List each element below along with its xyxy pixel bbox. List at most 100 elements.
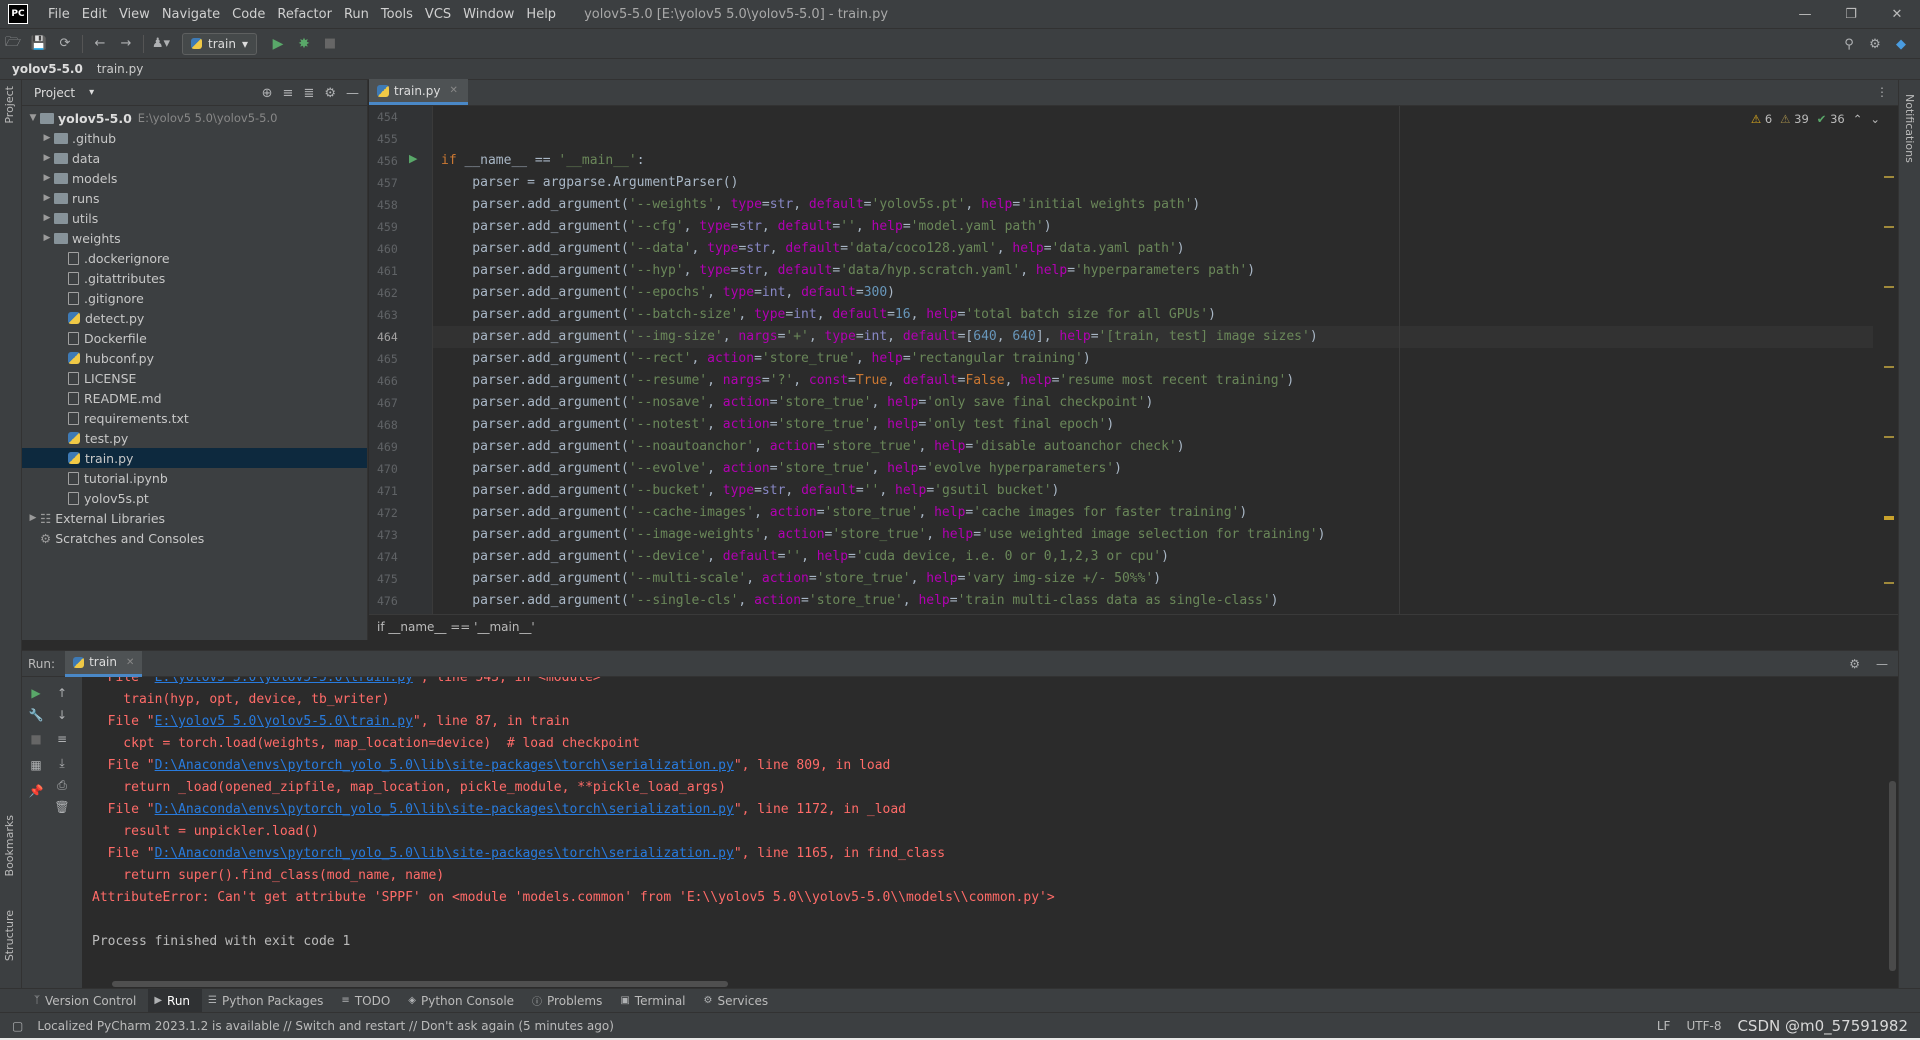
run-gutter-icon[interactable]: ▶ [409,152,417,165]
menu-tools[interactable]: Tools [375,7,419,22]
tree-folder[interactable]: ▶ runs [22,188,367,208]
tree-root[interactable]: ▼ yolov5-5.0 E:\yolov5 5.0\yolov5-5.0 [22,108,367,128]
chevron-right-icon[interactable]: ▶ [40,133,54,143]
tree-folder[interactable]: ▶ weights [22,228,367,248]
menu-run[interactable]: Run [338,7,375,22]
sync-icon[interactable]: ⟳ [52,32,78,56]
tree-external-libraries[interactable]: ▶ ☷ External Libraries [22,508,367,528]
file-link[interactable]: D:\Anaconda\envs\pytorch_yolo_5.0\lib\si… [155,758,734,773]
editor-tab-train-py[interactable]: train.py ✕ [369,79,468,105]
tree-file-selected[interactable]: train.py [22,448,367,468]
menu-file[interactable]: File [42,7,76,22]
chevron-right-icon[interactable]: ▶ [26,513,40,523]
tree-file[interactable]: test.py [22,428,367,448]
project-tool-tab[interactable]: Project [3,86,16,124]
tree-folder[interactable]: ▶ .github [22,128,367,148]
close-icon[interactable]: ✕ [449,85,457,96]
minimize-button[interactable]: — [1782,0,1828,28]
save-all-icon[interactable]: 💾 [26,32,52,56]
search-icon[interactable]: ⚲ [1836,32,1862,56]
run-tab-train[interactable]: train ✕ [65,650,143,677]
menu-vcs[interactable]: VCS [419,7,457,22]
hide-panel-icon[interactable]: — [1876,657,1888,671]
chevron-right-icon[interactable]: ▶ [40,213,54,223]
scroll-to-end-icon[interactable]: ⤓ [52,753,72,773]
warning-count[interactable]: ⚠ 6 [1751,112,1772,126]
menu-view[interactable]: View [113,7,156,22]
hide-panel-icon[interactable]: — [346,86,359,101]
tab-todo[interactable]: ≡ TODO [335,989,402,1013]
tree-file[interactable]: tutorial.ipynb [22,468,367,488]
tree-file[interactable]: Dockerfile [22,328,367,348]
tree-file[interactable]: requirements.txt [22,408,367,428]
expand-all-icon[interactable]: ≡ [283,86,294,101]
gear-icon[interactable]: ⚙ [324,86,336,101]
vertical-scrollbar[interactable] [1889,781,1896,971]
chevron-down-icon[interactable]: ⌄ [1870,112,1880,126]
error-stripe[interactable] [1884,136,1894,606]
horizontal-scrollbar[interactable] [112,981,728,987]
forward-arrow-icon[interactable]: → [113,32,139,56]
layout-icon[interactable]: ▦ [26,755,46,775]
pin-icon[interactable]: 📌 [26,781,46,801]
locate-target-icon[interactable]: ⊕ [262,86,273,101]
stop-icon[interactable]: ■ [26,729,46,749]
tab-python-packages[interactable]: ☰ Python Packages [202,989,335,1013]
project-panel-title[interactable]: Project [34,86,75,100]
rerun-icon[interactable]: ▶ [26,683,46,703]
trash-icon[interactable]: 🗑 [52,797,72,817]
user-dropdown-icon[interactable]: ♟▾ [148,32,174,56]
close-icon[interactable]: ✕ [126,657,134,668]
jetbrains-toolbox-icon[interactable]: ◆ [1888,32,1914,56]
menu-navigate[interactable]: Navigate [156,7,226,22]
menu-window[interactable]: Window [457,7,520,22]
tree-file[interactable]: .gitignore [22,288,367,308]
tree-file[interactable]: yolov5s.pt [22,488,367,508]
wrench-icon[interactable]: 🔧 [26,705,46,725]
tree-file[interactable]: .gitattributes [22,268,367,288]
gear-icon[interactable]: ⚙ [1849,657,1860,671]
open-folder-icon[interactable]: 🗁 [0,32,26,56]
tree-file[interactable]: detect.py [22,308,367,328]
more-options-icon[interactable]: ⋮ [1876,85,1888,99]
menu-help[interactable]: Help [520,7,562,22]
file-link[interactable]: E:\yolov5 5.0\yolov5-5.0\train.py [155,714,413,729]
tree-folder[interactable]: ▶ utils [22,208,367,228]
run-config-selector[interactable]: train ▾ [182,32,257,55]
chevron-right-icon[interactable]: ▶ [40,193,54,203]
notifications-tool-tab[interactable]: Notifications [1903,94,1916,163]
chevron-up-icon[interactable]: ⌃ [1853,112,1863,126]
settings-gear-icon[interactable]: ⚙ [1862,32,1888,56]
file-encoding[interactable]: UTF-8 [1686,1019,1721,1033]
chevron-right-icon[interactable]: ▶ [40,173,54,183]
tab-terminal[interactable]: ▣ Terminal [614,989,697,1013]
close-window-button[interactable]: ✕ [1874,0,1920,28]
code-breadcrumb[interactable]: if __name__ == '__main__' [369,614,1898,640]
tree-folder[interactable]: ▶ models [22,168,367,188]
tree-scratches[interactable]: ⚙ Scratches and Consoles [22,528,367,548]
scroll-down-icon[interactable]: ↓ [52,705,72,725]
tree-folder[interactable]: ▶ data [22,148,367,168]
soft-wrap-icon[interactable]: ≡ [52,729,72,749]
tab-problems[interactable]: ⓘ Problems [526,989,614,1013]
file-link[interactable]: D:\Anaconda\envs\pytorch_yolo_5.0\lib\si… [155,802,734,817]
inspection-widget[interactable]: ⚠ 6 ⚠ 39 ✔ 36 ⌃ ⌄ [1751,112,1880,126]
status-message[interactable]: Localized PyCharm 2023.1.2 is available … [37,1019,614,1033]
chevron-down-icon[interactable]: ▾ [89,87,94,98]
chevron-expanded-icon[interactable]: ▼ [26,113,40,123]
chevron-right-icon[interactable]: ▶ [40,233,54,243]
layout-toggle-icon[interactable]: ▢ [12,1019,23,1033]
structure-tool-tab[interactable]: Structure [3,910,16,961]
restore-button[interactable]: ❐ [1828,0,1874,28]
tab-version-control[interactable]: ᛉ Version Control [28,989,148,1013]
debug-bug-icon[interactable]: ✸ [291,32,317,56]
run-play-icon[interactable]: ▶ [265,32,291,56]
collapse-all-icon[interactable]: ≣ [303,86,314,101]
tab-run[interactable]: ▶ Run [148,988,203,1013]
print-icon[interactable]: ⎙ [52,775,72,795]
back-arrow-icon[interactable]: ← [87,32,113,56]
line-separator[interactable]: LF [1657,1019,1671,1033]
bookmarks-tool-tab[interactable]: Bookmarks [3,815,16,876]
tree-file[interactable]: hubconf.py [22,348,367,368]
stop-icon[interactable]: ■ [317,32,343,56]
